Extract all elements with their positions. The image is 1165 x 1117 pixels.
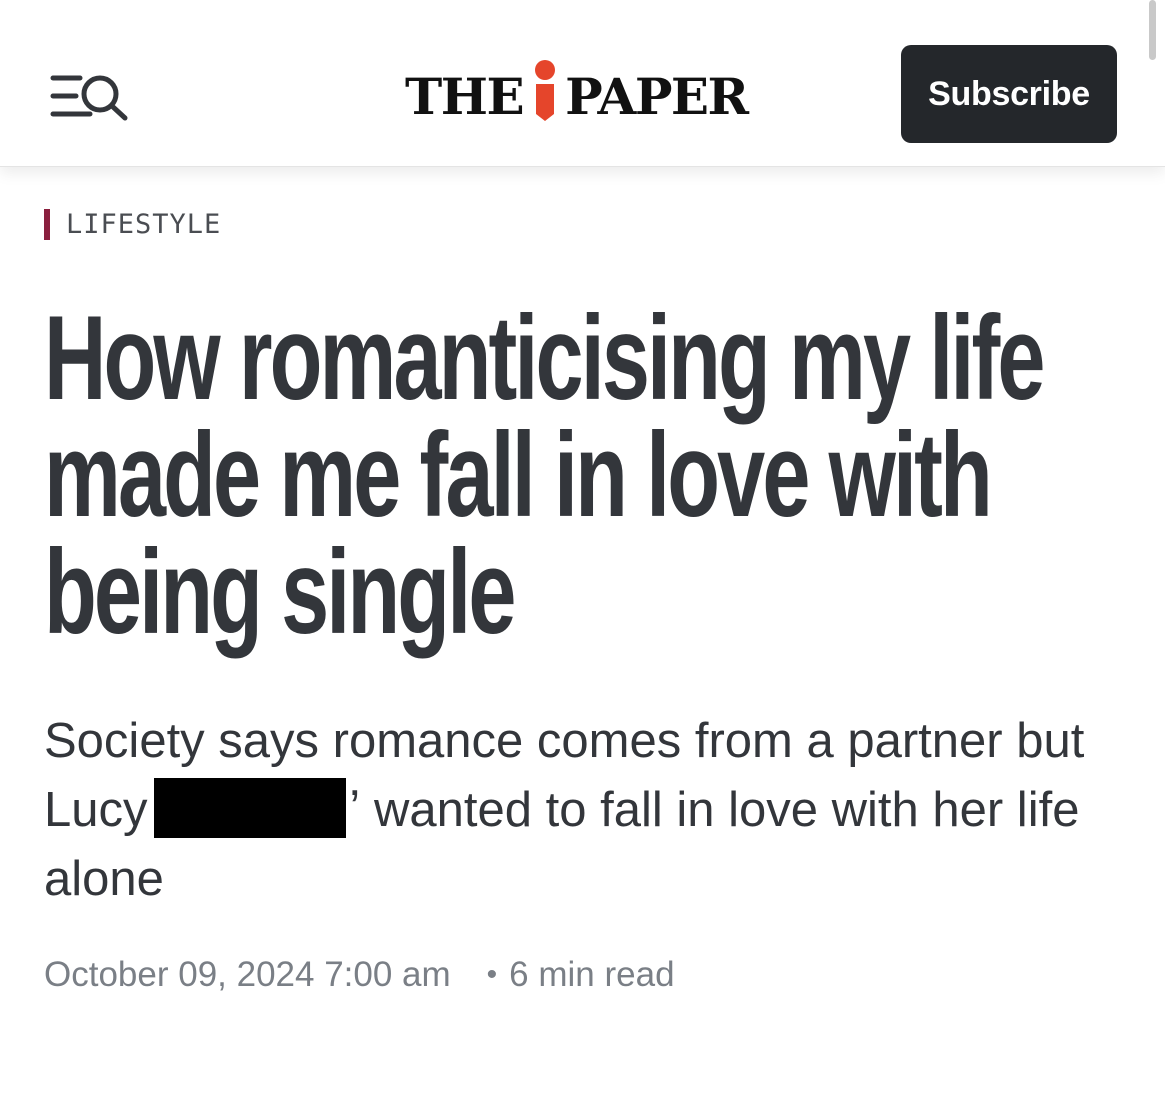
menu-search-icon[interactable] [50,70,132,126]
logo-i-icon [533,60,557,122]
meta-separator: • [486,958,498,991]
article-meta: October 09, 2024 7:00 am • 6 min read [44,955,675,995]
site-logo[interactable]: THE PAPER [405,52,749,126]
category-label: LIFESTYLE [66,208,222,240]
publish-date: October 09, 2024 7:00 am [44,955,451,994]
redaction-box [153,778,346,838]
read-time: 6 min read [509,955,675,994]
site-header: THE PAPER Subscribe [0,0,1165,167]
category-tag[interactable]: LIFESTYLE [44,208,221,240]
category-accent-bar [44,208,50,240]
subscribe-button[interactable]: Subscribe [901,45,1117,143]
article-standfirst: Society says romance comes from a partne… [44,707,1124,914]
logo-paper: PAPER [565,67,749,126]
article-headline: How romanticising my life made me fall i… [44,291,1045,659]
scrollbar[interactable] [1149,0,1156,60]
logo-the: THE [405,67,525,126]
